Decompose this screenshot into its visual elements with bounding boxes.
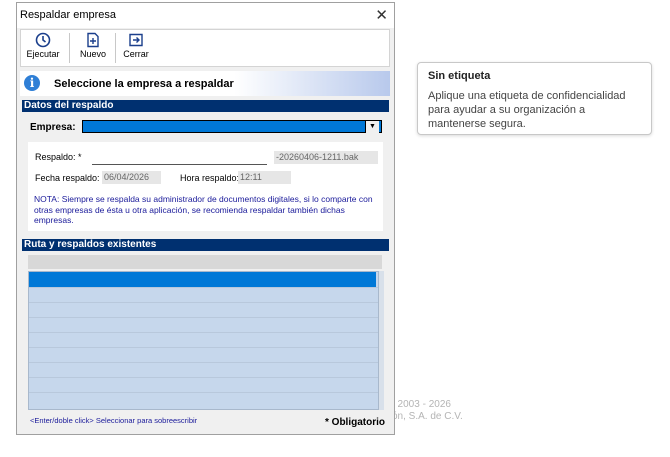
ruta-section-header: Ruta y respaldos existentes [22, 239, 389, 251]
nuevo-label: Nuevo [79, 49, 106, 59]
toolbar-separator [115, 33, 116, 63]
toolbar-separator [69, 33, 70, 63]
table-row[interactable] [29, 392, 378, 393]
hora-field: 12:11 [238, 171, 291, 184]
table-row[interactable] [29, 377, 378, 378]
close-button[interactable]: ✕ [375, 6, 388, 24]
fecha-field: 06/04/2026 [102, 171, 161, 184]
chevron-down-icon[interactable]: ▼ [365, 121, 379, 133]
table-row[interactable] [29, 332, 378, 333]
window-title: Respaldar empresa [20, 9, 116, 21]
info-icon: i [24, 75, 40, 91]
exit-icon [129, 33, 143, 47]
nuevo-button[interactable]: Nuevo [77, 32, 109, 64]
fecha-label: Fecha respaldo: [35, 173, 100, 183]
required-note: * Obligatorio [325, 417, 385, 428]
new-document-icon [87, 32, 99, 48]
respaldo-input[interactable] [92, 164, 267, 165]
empresa-dropdown[interactable] [82, 120, 382, 133]
tooltip-title: Sin etiqueta [428, 70, 491, 82]
banner-text: Seleccione la empresa a respaldar [54, 78, 234, 90]
respaldo-suffix-field: -20260406-1211.bak [274, 151, 378, 164]
title-bar: Respaldar empresa ✕ [17, 3, 394, 28]
datos-section-header: Datos del respaldo [22, 100, 389, 112]
hora-label: Hora respaldo: [180, 173, 240, 183]
table-row[interactable] [29, 362, 378, 363]
sensitivity-tooltip: Sin etiqueta Aplique una etiqueta de con… [417, 62, 652, 135]
cerrar-label: Cerrar [123, 49, 149, 59]
table-row[interactable] [29, 302, 378, 303]
ejecutar-label: Ejecutar [26, 49, 60, 59]
clock-icon [35, 32, 51, 48]
instruction-banner: i Seleccione la empresa a respaldar [20, 71, 390, 96]
table-row[interactable] [29, 317, 378, 318]
grid-scrollbar[interactable] [379, 271, 384, 410]
company-text: ón, S.A. de C.V. [392, 411, 463, 422]
table-row[interactable] [29, 287, 378, 288]
respaldar-empresa-dialog: Respaldar empresa ✕ Ejecutar Nuevo Cerra [16, 2, 395, 435]
cerrar-button[interactable]: Cerrar [121, 32, 151, 64]
toolbar: Ejecutar Nuevo Cerrar [20, 29, 390, 67]
respaldos-grid[interactable] [28, 271, 379, 410]
empresa-label: Empresa: [30, 122, 76, 133]
table-row-selected[interactable] [29, 272, 376, 287]
table-row[interactable] [29, 347, 378, 348]
ejecutar-button[interactable]: Ejecutar [25, 32, 61, 64]
respaldo-label: Respaldo: * [35, 152, 82, 162]
copyright-text: t 2003 - 2026 [392, 399, 451, 410]
nota-text: NOTA: Siempre se respalda su administrad… [34, 194, 373, 225]
overwrite-hint: <Enter/doble click> Seleccionar para sob… [30, 416, 198, 425]
grid-header [28, 255, 382, 269]
tooltip-body: Aplique una etiqueta de confidencialidad… [428, 90, 626, 130]
